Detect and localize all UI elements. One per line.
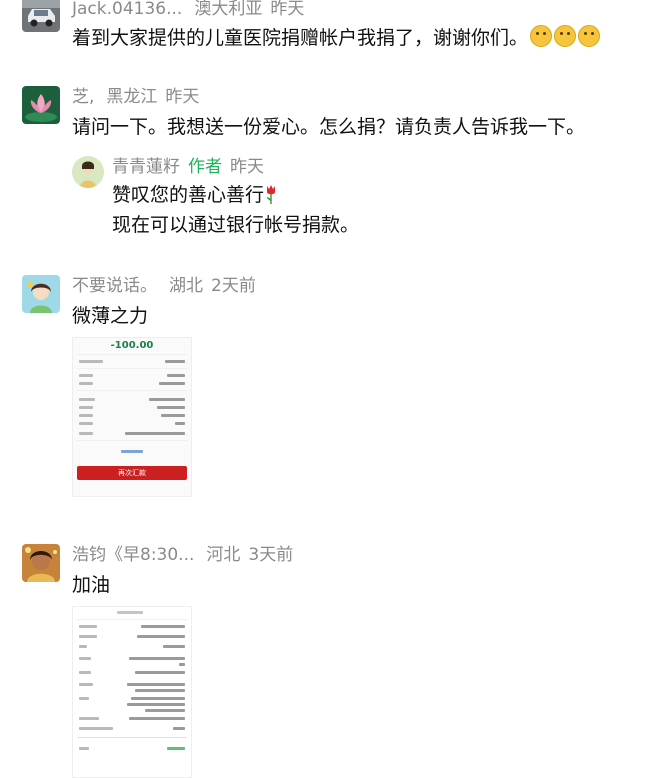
comment-item: 不要说话。 湖北 2天前 微薄之力 -100.00 再次汇款: [22, 275, 641, 505]
location: 澳大利亚: [194, 0, 263, 19]
reply-item: 青青蓮籽 作者 昨天 赞叹您的善心善行 现在可以通过银行帐号捐款。: [72, 156, 592, 246]
timestamp: 昨天: [165, 87, 200, 107]
tulip-icon: [267, 185, 276, 204]
comment-text: 微薄之力: [72, 305, 149, 327]
timestamp: 昨天: [230, 157, 264, 177]
user-avatar[interactable]: [22, 86, 60, 124]
smiling-face-emoji-icon: [554, 25, 577, 47]
timestamp: 3天前: [248, 545, 294, 565]
comment-meta: Jack.04136... 澳大利亚 昨天: [72, 0, 304, 21]
comment-text: 着到大家提供的儿童医院捐赠帐户我捐了，谢谢你们。: [72, 23, 601, 53]
receipt-amount: -100.00: [110, 340, 154, 351]
comment-body: 着到大家提供的儿童医院捐赠帐户我捐了，谢谢你们。: [72, 27, 529, 49]
reply-line: 现在可以通过银行帐号捐款。: [112, 214, 360, 236]
receipt-image[interactable]: -100.00 再次汇款: [72, 337, 192, 497]
comment-meta: 不要说话。 湖北 2天前: [72, 274, 256, 298]
smiling-face-emoji-icon: [530, 25, 553, 47]
location: 黑龙江: [106, 87, 158, 107]
author-name[interactable]: 青青蓮籽: [112, 157, 180, 177]
reply-line: 赞叹您的善心善行: [112, 184, 265, 206]
author-avatar[interactable]: [72, 156, 104, 188]
timestamp: 昨天: [270, 0, 305, 19]
comment-item: Jack.04136... 澳大利亚 昨天 着到大家提供的儿童医院捐赠帐户我捐了，谢…: [22, 0, 641, 49]
repeat-transfer-button: 再次汇款: [77, 466, 187, 480]
username[interactable]: 不要说话。: [72, 276, 157, 296]
reply-meta: 青青蓮籽 作者 昨天: [112, 155, 264, 179]
timestamp: 2天前: [211, 276, 256, 296]
username[interactable]: Jack.04136...: [72, 0, 182, 19]
location: 湖北: [169, 276, 203, 296]
location: 河北: [206, 545, 241, 565]
username[interactable]: 芝,: [72, 87, 94, 107]
smiling-face-emoji-icon: [578, 25, 601, 47]
user-avatar[interactable]: [22, 275, 60, 313]
username[interactable]: 浩钧《早8:30...: [72, 545, 194, 565]
comment-item: 浩钧《早8:30... 河北 3天前 加油: [22, 543, 641, 778]
comment-text: 加油: [72, 574, 111, 596]
user-avatar[interactable]: [22, 0, 60, 32]
comment-meta: 浩钧《早8:30... 河北 3天前: [72, 543, 293, 567]
user-avatar[interactable]: [22, 544, 60, 582]
receipt-image[interactable]: [72, 606, 192, 778]
author-badge: 作者: [188, 157, 222, 177]
reply-text: 赞叹您的善心善行 现在可以通过银行帐号捐款。: [112, 180, 359, 240]
comment-item: 芝, 黑龙江 昨天 请问一下。我想送一份爱心。怎么捐？请负责人告诉我一下。 青青蓮籽…: [22, 86, 641, 246]
comment-text: 请问一下。我想送一份爱心。怎么捐？请负责人告诉我一下。: [72, 116, 586, 138]
comment-meta: 芝, 黑龙江 昨天: [72, 85, 199, 109]
